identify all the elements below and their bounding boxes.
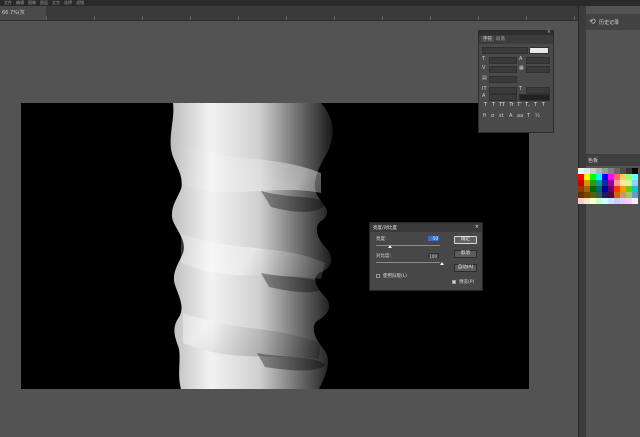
document-tab-bar: 66.7%(灰色/8#)× (0, 6, 578, 30)
contrast-input[interactable]: 100 (428, 253, 439, 259)
leading-field[interactable] (526, 57, 550, 64)
swatches-grid (578, 168, 640, 204)
history-panel-header[interactable]: ⟲ 历史记录 (586, 14, 640, 30)
font-size-field[interactable] (489, 57, 517, 64)
small-caps-button[interactable]: Tr (509, 103, 514, 108)
dialog-title: 亮度/对比度 (373, 226, 398, 231)
use-legacy-label: 使用旧版(L) (383, 274, 408, 279)
one-half-icon[interactable]: ½ (535, 114, 540, 119)
history-icon: ⟲ (589, 17, 596, 26)
font-family-field[interactable] (482, 47, 528, 54)
baseline-icon: A (482, 93, 486, 99)
kerning-icon: V (482, 65, 486, 71)
history-label: 历史记录 (599, 20, 620, 26)
scale-field[interactable] (489, 76, 517, 83)
text-color-field[interactable] (519, 94, 550, 101)
titling-icon[interactable]: aa (517, 114, 523, 119)
horizontal-ruler (46, 16, 578, 20)
character-panel[interactable]: × 字符 段落 T A V ▦ ▤ IT T A T T TT Tr T' T,… (478, 29, 554, 133)
preview-label: 预览(P) (459, 280, 475, 285)
canvas-area[interactable]: × 字符 段落 T A V ▦ ▤ IT T A T T TT Tr T' T,… (0, 21, 578, 437)
preview-checkbox[interactable] (452, 280, 456, 284)
cancel-button[interactable]: 取消 (454, 250, 477, 258)
contrast-slider-handle[interactable] (440, 262, 444, 265)
brightness-slider-handle[interactable] (388, 245, 392, 248)
color-swatch-field[interactable] (529, 47, 549, 54)
brightness-label: 亮度: (376, 237, 387, 242)
swatches-label: 色板 (588, 158, 599, 164)
dialog-title-bar[interactable]: 亮度/对比度 × (370, 223, 482, 232)
ok-button[interactable]: 确定 (454, 236, 477, 244)
bold-style-button[interactable]: T (483, 103, 488, 108)
italic-style-button[interactable]: T (491, 103, 496, 108)
fraction-icon[interactable]: T (527, 114, 532, 119)
tab-paragraph[interactable]: 段落 (496, 36, 505, 42)
tab-character[interactable]: 字符 (481, 36, 494, 42)
ligature-icon[interactable]: fi (483, 114, 488, 119)
brightness-contrast-dialog[interactable]: 亮度/对比度 × 亮度: -50 对比度: 100 使用旧版(L) 确定 取消 … (369, 222, 483, 291)
swatch-color[interactable] (632, 198, 638, 204)
underline-button[interactable]: T (533, 103, 538, 108)
character-panel-tabs: 字符 段落 (479, 35, 553, 44)
close-icon[interactable]: × (475, 224, 479, 230)
right-panel-dock: ⟲ 历史记录 色板 (578, 6, 640, 437)
baseline-field[interactable] (489, 94, 517, 101)
horizontal-scale-icon: T (519, 86, 523, 92)
subscript-button[interactable]: T, (525, 103, 530, 108)
contrast-label: 对比度: (376, 254, 392, 259)
tracking-field[interactable] (526, 66, 550, 73)
kerning-field[interactable] (489, 66, 517, 73)
scale-icon: ▤ (482, 75, 487, 81)
vertical-scale-field[interactable] (489, 87, 517, 94)
stylistic-icon[interactable]: A (509, 114, 514, 119)
superscript-button[interactable]: T' (517, 103, 522, 108)
strikethrough-button[interactable]: T (541, 103, 546, 108)
document-tab[interactable]: 66.7%(灰色/8#)× (0, 6, 46, 30)
tracking-icon: ▦ (519, 65, 524, 71)
leading-icon: A (519, 56, 523, 62)
all-caps-button[interactable]: TT (499, 103, 505, 108)
swatches-panel-header[interactable]: 色板 (586, 154, 640, 166)
vertical-scale-icon: IT (482, 86, 487, 92)
swash-icon[interactable]: st (499, 114, 504, 119)
use-legacy-checkbox[interactable] (376, 274, 380, 278)
brightness-slider[interactable] (376, 245, 440, 246)
auto-button[interactable]: 自动(A) (454, 264, 477, 272)
ordinal-icon[interactable]: σ (491, 114, 496, 119)
horizontal-scale-field[interactable] (526, 87, 550, 94)
brightness-input[interactable]: -50 (428, 236, 439, 241)
contrast-slider[interactable] (376, 262, 440, 263)
font-size-icon: T (482, 56, 486, 62)
